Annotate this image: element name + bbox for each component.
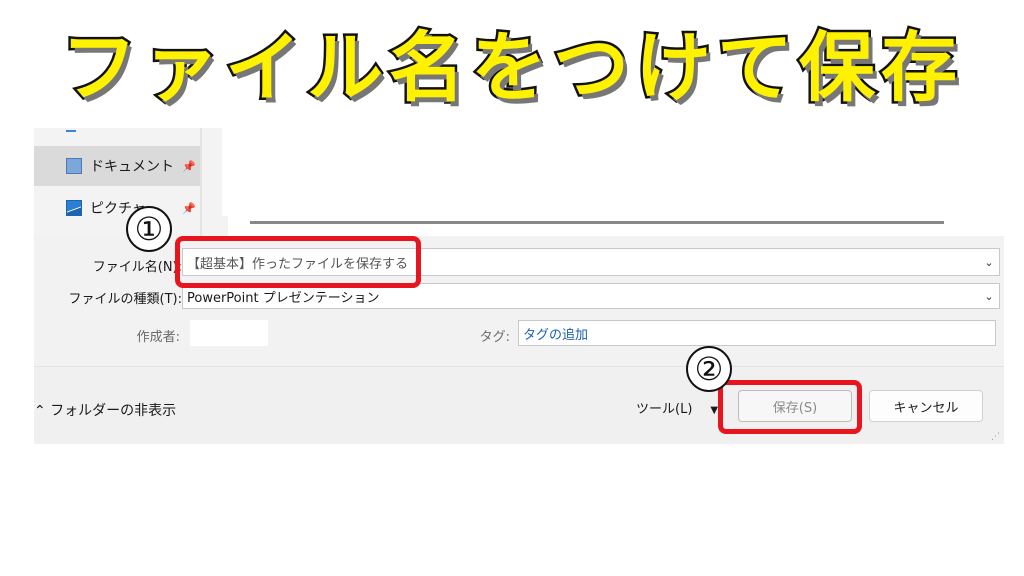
nav-item-documents[interactable]: ドキュメント 📌 (34, 146, 200, 186)
pin-icon: 📌 (182, 159, 196, 173)
tags-label: タグ: (479, 330, 510, 345)
pin-icon: 📌 (182, 201, 196, 215)
file-list-pane[interactable] (222, 128, 1004, 216)
resize-grip-icon[interactable]: ⋰ (991, 432, 1000, 442)
step-2-badge: ② (686, 346, 732, 392)
nav-item-partial-icon (66, 130, 76, 132)
page-headline: ファイル名をつけて保存 (59, 21, 963, 115)
horizontal-scrollbar[interactable] (228, 214, 1004, 236)
filetype-label: ファイルの種類(T): (68, 292, 182, 307)
tools-label: ツール(L) (636, 402, 693, 417)
save-button-highlight (718, 380, 862, 434)
scrollbar-thumb[interactable] (250, 221, 944, 224)
tags-input[interactable]: タグの追加 (518, 320, 996, 346)
cancel-button[interactable]: キャンセル (869, 390, 983, 422)
navigation-pane: ドキュメント 📌 ピクチャ 📌 (34, 128, 200, 236)
step-1-badge: ① (126, 206, 172, 252)
chevron-down-icon[interactable]: ⌄ (979, 290, 999, 303)
hide-folders-toggle[interactable]: ⌃ フォルダーの非表示 (34, 400, 176, 420)
chevron-down-icon[interactable]: ⌄ (979, 256, 999, 269)
tags-value: タグの追加 (523, 327, 589, 343)
tools-menu[interactable]: ツール(L) ▼ (636, 398, 718, 417)
caret-down-icon: ▼ (710, 405, 719, 416)
browser-area: ドキュメント 📌 ピクチャ 📌 (34, 128, 1004, 236)
author-label: 作成者: (136, 330, 180, 345)
nav-item-pictures[interactable]: ピクチャ 📌 (34, 188, 200, 228)
nav-item-label: ドキュメント (90, 159, 174, 175)
document-icon (66, 158, 82, 174)
pane-divider (200, 128, 202, 236)
filename-highlight (175, 236, 421, 288)
hide-folders-label: フォルダーの非表示 (50, 403, 177, 419)
author-input[interactable] (190, 320, 268, 346)
filename-label: ファイル名(N): (92, 260, 182, 275)
chevron-up-icon: ⌃ (34, 403, 46, 419)
pictures-icon (66, 200, 82, 216)
filetype-value: PowerPoint プレゼンテーション (187, 290, 380, 306)
